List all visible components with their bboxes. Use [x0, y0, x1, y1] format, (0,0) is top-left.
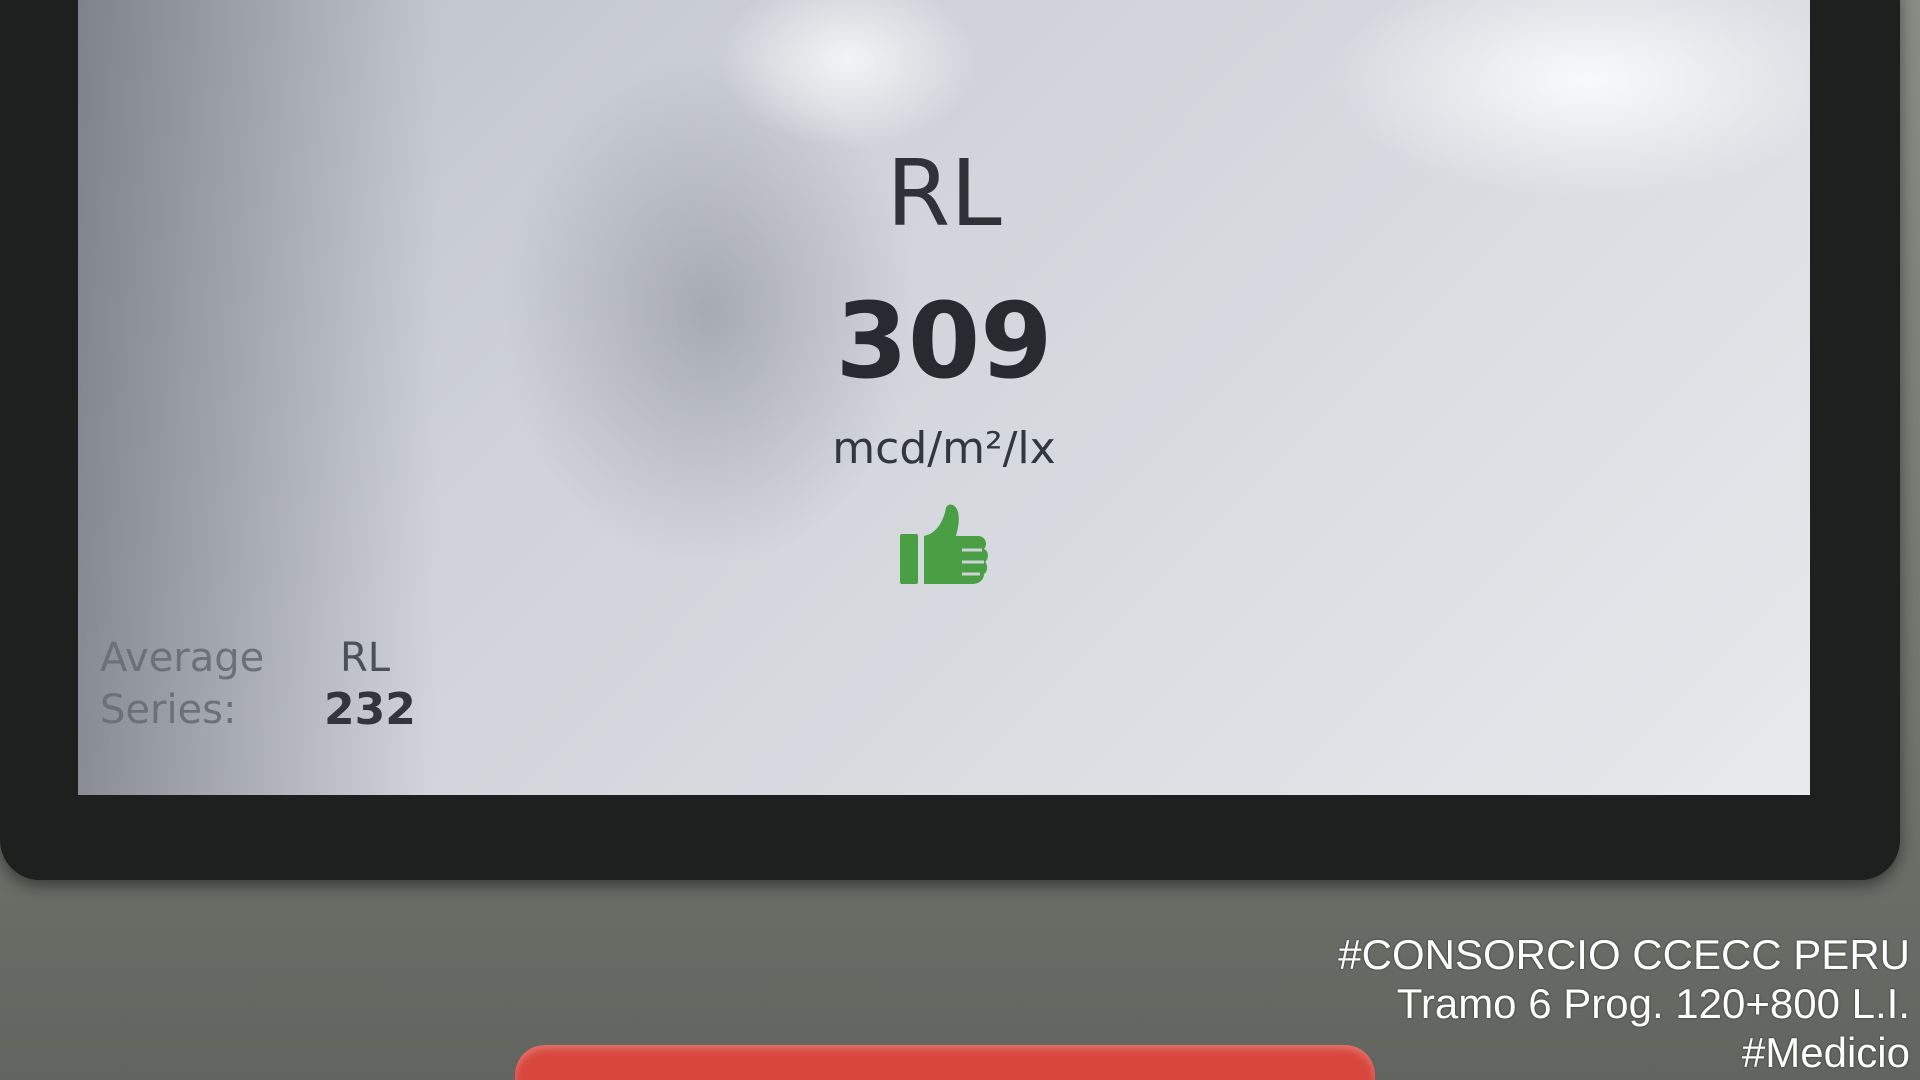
measurement-unit: mcd/m²/lx	[832, 423, 1056, 474]
thumbs-up-icon	[900, 504, 988, 584]
watermark-line-location: Tramo 6 Prog. 120+800 L.I.	[1396, 980, 1910, 1027]
watermark-line-company: #CONSORCIO CCECC PERU	[1338, 931, 1910, 978]
average-series-value: 232	[324, 684, 416, 735]
average-metric-label: RL	[340, 635, 391, 681]
photo-watermark: #CONSORCIO CCECC PERU Tramo 6 Prog. 120+…	[1338, 930, 1910, 1077]
measurement-label: RL	[886, 140, 1002, 247]
measurement-value: 309	[835, 280, 1053, 402]
display-screen: RL 309 mcd/m²/lx Average Series: RL 232	[78, 0, 1810, 795]
watermark-line-tag: #Medicio	[1741, 1029, 1910, 1076]
retroreflectometer-device: RL 309 mcd/m²/lx Average Series: RL 232 …	[0, 0, 1920, 1080]
measure-button[interactable]	[515, 1045, 1375, 1080]
average-series-label: Average Series:	[100, 635, 265, 733]
screen-bezel: RL 309 mcd/m²/lx Average Series: RL 232	[0, 0, 1900, 880]
